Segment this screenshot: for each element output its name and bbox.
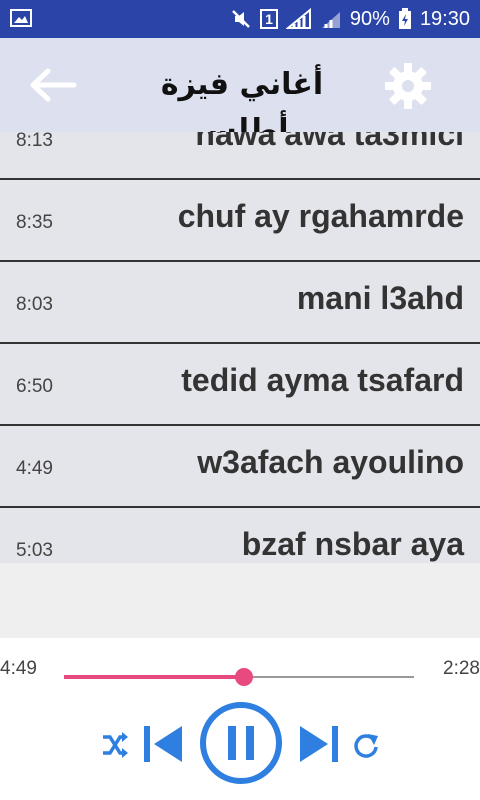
song-title: hawa awa ta3mici [195,132,464,152]
status-bar: 1 90% 19:30 [0,0,480,38]
mute-icon [232,10,250,28]
repeat-icon[interactable] [352,730,380,760]
seek-progress [64,675,245,679]
song-duration: 6:50 [16,376,53,397]
song-title: mani l3ahd [296,280,464,316]
song-duration: 4:49 [16,458,53,479]
battery-percent: 90% [349,7,390,30]
song-title: w3afach ayoulino [197,444,464,480]
player-panel: 4:49 2:28 [0,638,480,800]
song-row-1[interactable]: 8:13 hawa awa ta3mici [0,132,480,180]
clock: 19:30 [419,7,470,30]
previous-icon[interactable] [142,722,184,766]
signal-icon-2 [321,12,340,28]
song-row-2[interactable]: 8:35 chuf ay rgahamrde [0,180,480,262]
song-duration: 8:13 [16,132,53,151]
song-title: chuf ay rgahamrde [177,198,464,234]
arrow-left-icon[interactable] [28,68,78,102]
seek-thumb[interactable] [235,668,254,686]
app-bar: أغاني فيزة أطلس [0,38,480,148]
current-time: 4:49 [0,658,37,679]
song-duration: 8:03 [16,294,53,315]
song-row-5[interactable]: 4:49 w3afach ayoulino [0,426,480,508]
song-row-3[interactable]: 8:03 mani l3ahd [0,262,480,344]
shuffle-icon[interactable] [100,730,130,760]
sim-slot-badge: 1 [260,9,278,29]
song-duration: 8:35 [16,212,53,233]
page-title: أغاني فيزة أطلس [160,67,324,148]
gallery-notification-icon [10,9,32,27]
song-row-6[interactable]: 5:03 bzaf nsbar aya [0,508,480,563]
song-list[interactable]: 8:13 hawa awa ta3mici 8:35 chuf ay rgaha… [0,132,480,563]
battery-charging-icon [398,8,411,29]
song-title: bzaf nsbar aya [241,526,464,562]
song-row-4[interactable]: 6:50 tedid ayma tsafard [0,344,480,426]
song-title: tedid ayma tsafard [181,362,464,398]
next-icon[interactable] [298,722,340,766]
total-time: 2:28 [443,658,480,679]
song-duration: 5:03 [16,540,53,561]
pause-icon[interactable] [198,700,284,786]
gear-icon[interactable] [384,62,432,110]
signal-icon [285,8,311,29]
